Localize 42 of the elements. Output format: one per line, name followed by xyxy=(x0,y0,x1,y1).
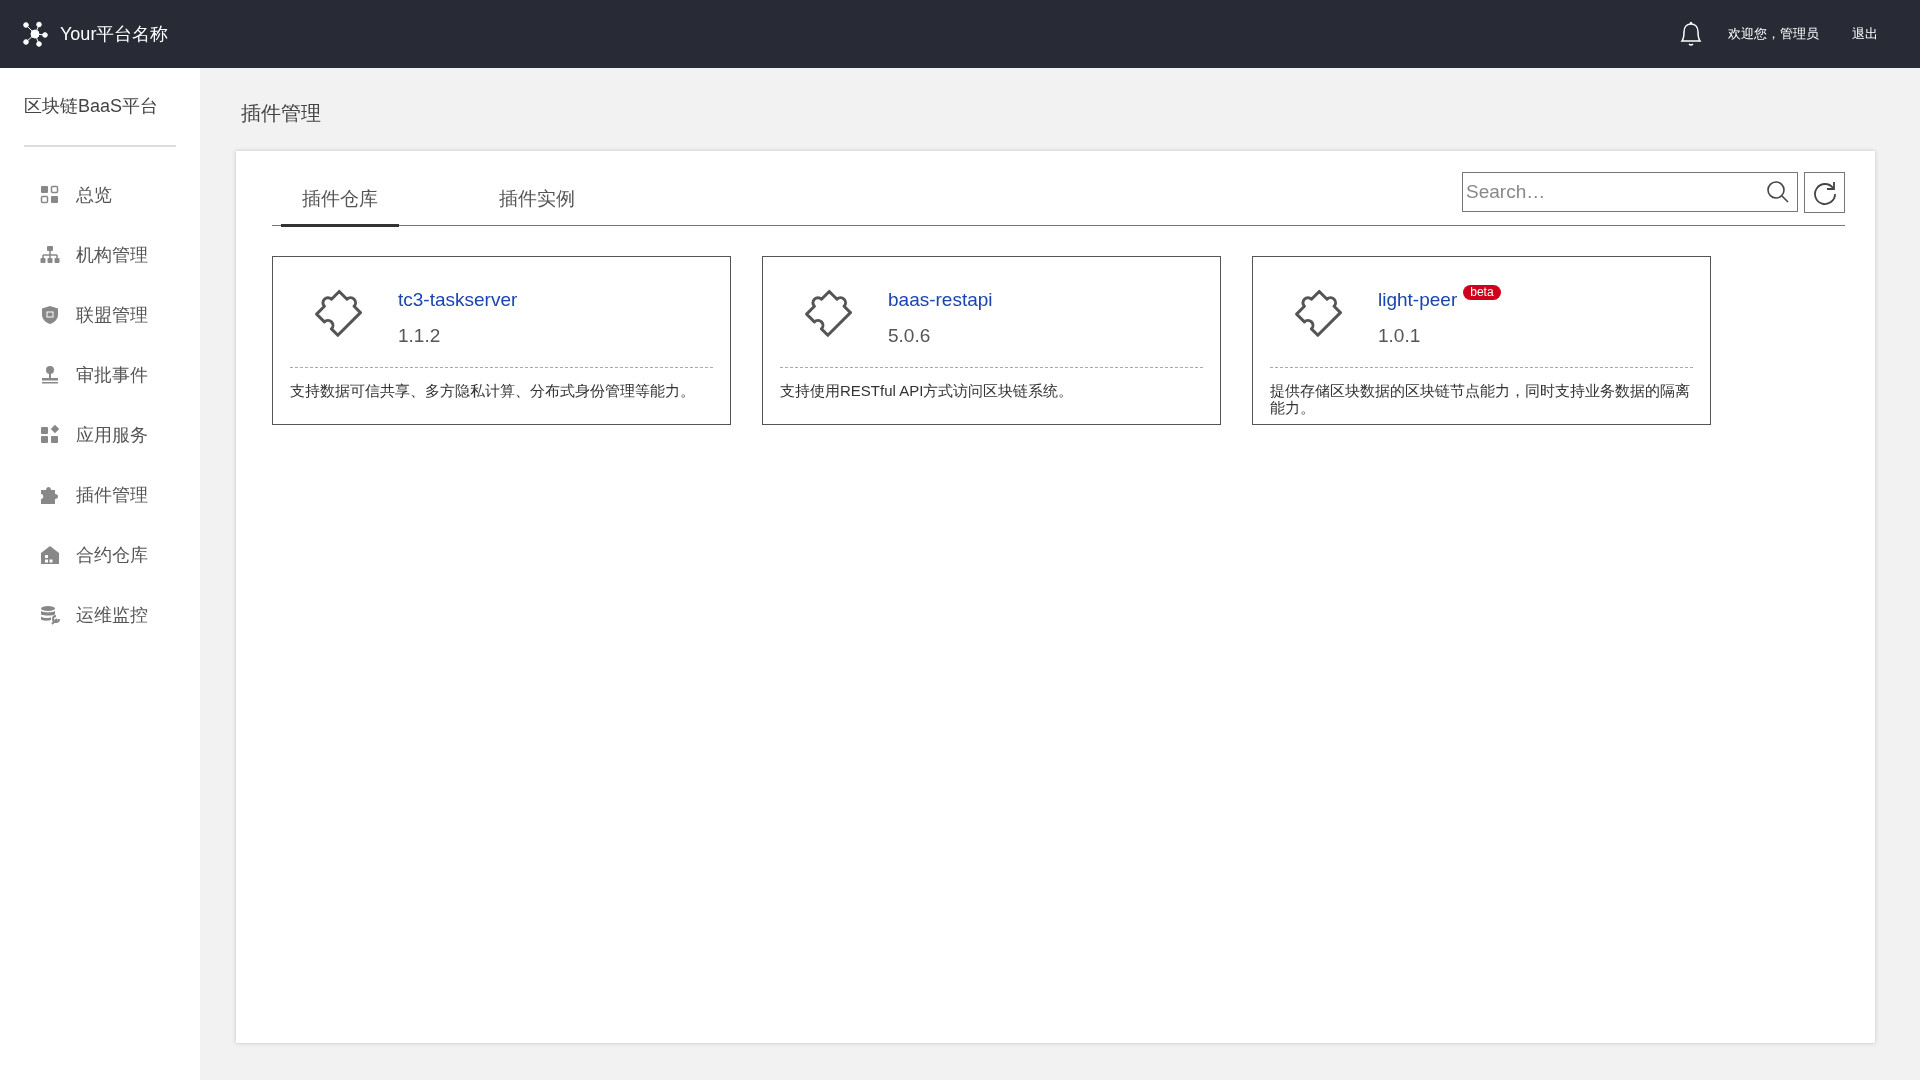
notification-bell-icon[interactable] xyxy=(1678,20,1704,48)
sidebar-item[interactable]: 插件管理 xyxy=(24,465,176,525)
tab[interactable]: 插件仓库 xyxy=(281,172,399,227)
plugin-name-link[interactable]: light-peer xyxy=(1378,289,1458,311)
plugin-description: 支持数据可信共享、多方隐私计算、分布式身份管理等能力。 xyxy=(290,382,696,399)
plugin-version: 1.1.2 xyxy=(398,325,442,347)
apps-icon xyxy=(40,425,60,445)
plugin-name-link[interactable]: baas-restapi xyxy=(888,289,993,311)
sidebar-title: 区块链BaaS平台 xyxy=(24,95,160,118)
sidebar-item[interactable]: 运维监控 xyxy=(24,585,176,645)
logo-icon xyxy=(22,21,48,47)
platform-name: Your平台名称 xyxy=(60,23,169,46)
shield-icon xyxy=(40,305,60,325)
search-field[interactable]: Search… xyxy=(1462,172,1798,212)
database-wrench-icon xyxy=(40,605,60,625)
tab[interactable]: 插件实例 xyxy=(478,172,596,227)
refresh-icon xyxy=(1811,179,1838,206)
puzzle-icon xyxy=(40,485,60,505)
org-chart-icon xyxy=(40,245,60,265)
logout-link[interactable]: 退出 xyxy=(1852,25,1878,43)
plugin-version: 1.0.1 xyxy=(1378,325,1422,347)
welcome-text: 欢迎您，管理员 xyxy=(1728,25,1819,43)
plugin-card[interactable]: light-peer beta 1.0.1 提供存储区块数据的区块链节点能力，同时支持业务数据的隔离能力。 xyxy=(1252,256,1711,425)
sidebar-item[interactable]: 审批事件 xyxy=(24,345,176,405)
plugin-description: 支持使用RESTful API方式访问区块链系统。 xyxy=(780,382,1075,399)
sidebar-item[interactable]: 联盟管理 xyxy=(24,285,176,345)
sidebar-item[interactable]: 合约仓库 xyxy=(24,525,176,585)
plugin-card[interactable]: tc3-taskserver 1.1.2 支持数据可信共享、多方隐私计算、分布式身份管理等能力。 xyxy=(272,256,731,425)
sidebar-item[interactable]: 总览 xyxy=(24,165,176,225)
plugin-name-link[interactable]: tc3-taskserver xyxy=(398,289,518,311)
house-icon xyxy=(40,545,60,565)
plugin-version: 5.0.6 xyxy=(888,325,932,347)
grid-icon xyxy=(40,185,60,205)
sidebar-item[interactable]: 应用服务 xyxy=(24,405,176,465)
stamp-icon xyxy=(40,365,60,385)
search-icon[interactable] xyxy=(1766,180,1790,204)
plugin-card[interactable]: baas-restapi 5.0.6 支持使用RESTful API方式访问区块链系统。 xyxy=(762,256,1221,425)
sidebar-item[interactable]: 机构管理 xyxy=(24,225,176,285)
beta-badge: beta xyxy=(1463,285,1501,300)
plugin-description: 提供存储区块数据的区块链节点能力，同时支持业务数据的隔离能力。 xyxy=(1270,382,1691,416)
refresh-button[interactable] xyxy=(1804,172,1845,213)
page-title: 插件管理 xyxy=(241,101,322,126)
